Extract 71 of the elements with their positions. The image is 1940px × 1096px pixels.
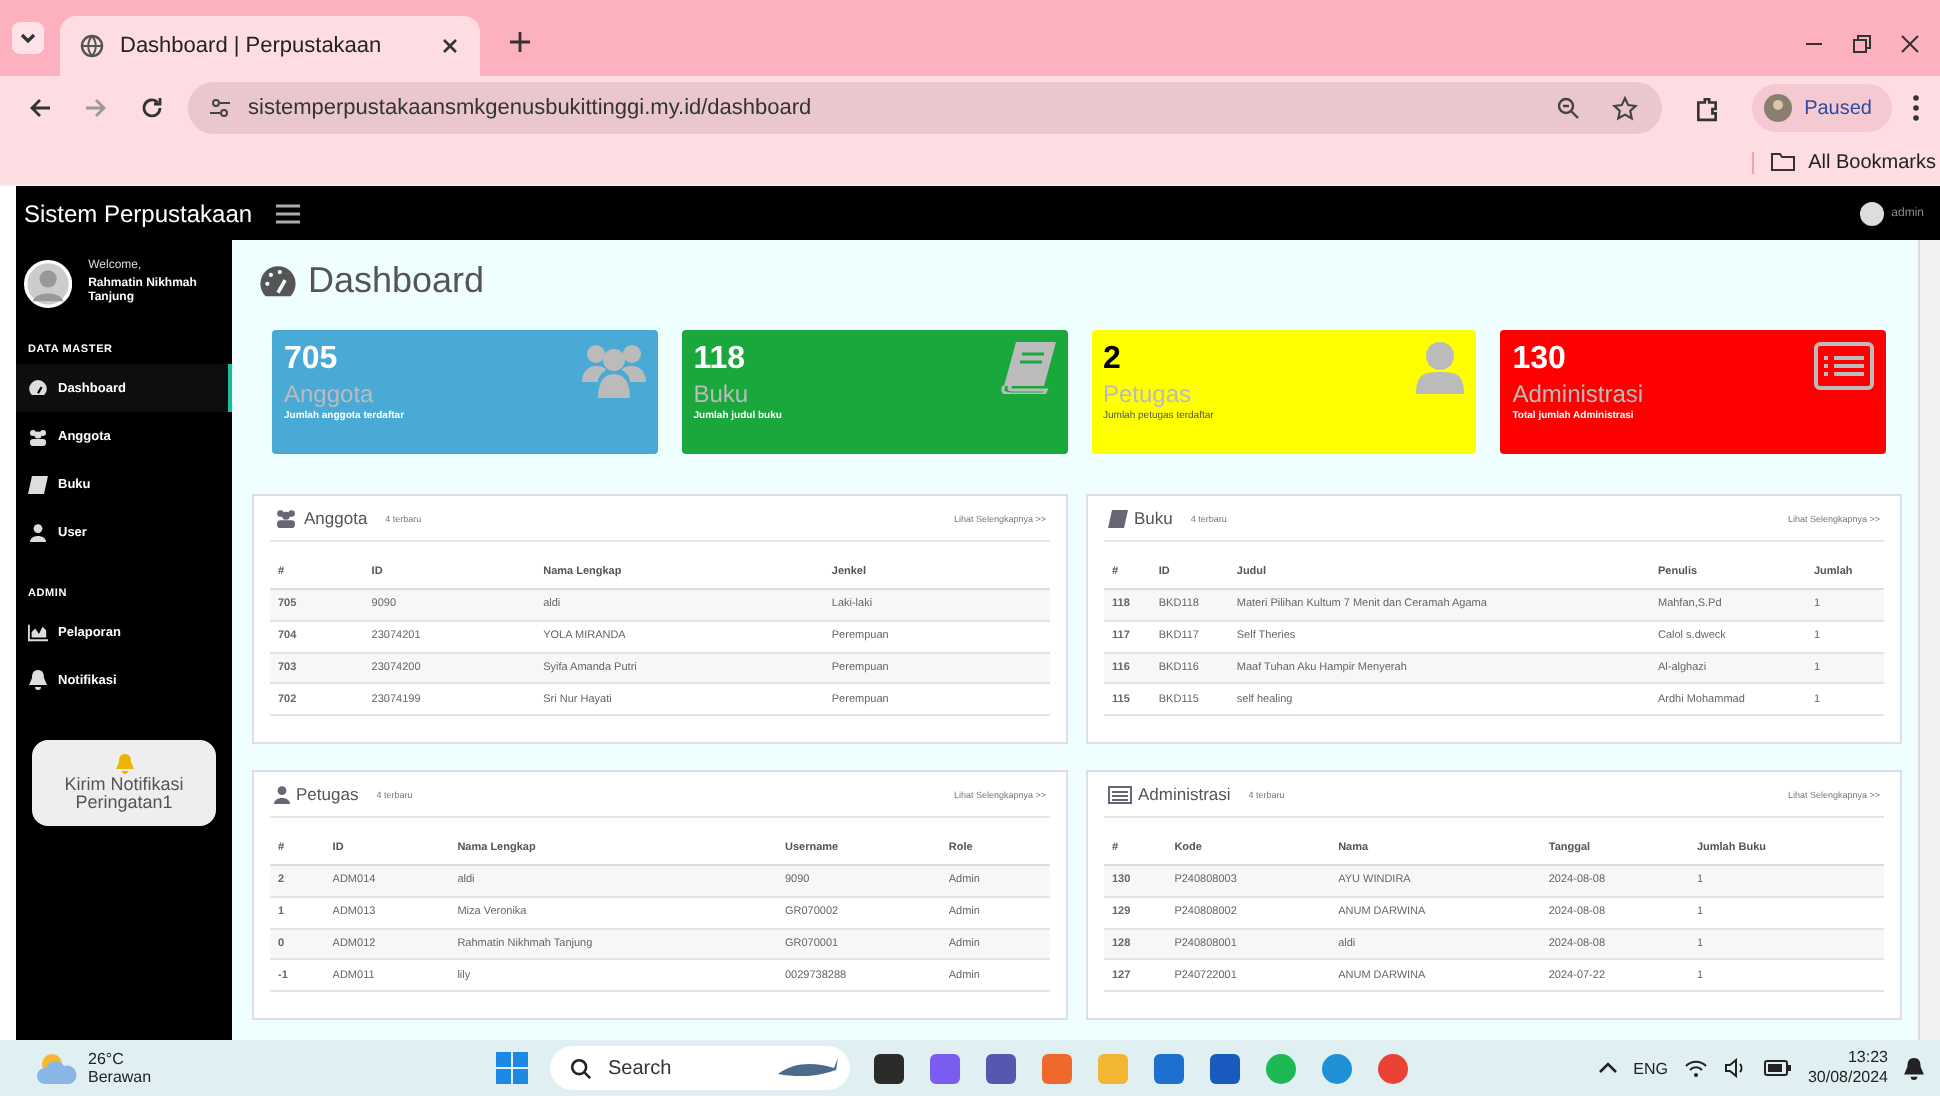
clock[interactable]: 13:23 30/08/2024	[1807, 1048, 1888, 1088]
back-icon[interactable]	[28, 96, 52, 120]
close-icon[interactable]	[1900, 34, 1920, 54]
page-title: Dashboard	[308, 260, 485, 302]
list-icon	[1814, 342, 1874, 390]
user-icon	[1416, 342, 1465, 394]
menu-icon[interactable]	[276, 203, 301, 223]
book-icon	[999, 342, 1055, 394]
bell-icon	[28, 670, 48, 690]
stat-label: Administrasi	[1512, 380, 1644, 408]
shark-icon	[778, 1056, 838, 1080]
star-icon[interactable]	[1612, 95, 1639, 121]
bell-icon	[115, 753, 133, 774]
users-icon	[581, 342, 646, 398]
app-icon[interactable]	[872, 1051, 906, 1085]
stat-value: 130	[1512, 342, 1568, 378]
book-icon	[1108, 509, 1128, 527]
stat-value: 118	[693, 342, 748, 378]
app-icon[interactable]	[984, 1051, 1018, 1085]
avatar-icon	[1764, 94, 1793, 122]
scrollbar[interactable]	[1918, 240, 1940, 1040]
stat-label: Petugas	[1103, 380, 1194, 408]
gauge-icon	[258, 265, 298, 297]
list-icon	[1108, 785, 1132, 803]
browser-tab[interactable]: Dashboard | Perpustakaan	[60, 16, 480, 76]
zoom-icon[interactable]	[1556, 96, 1581, 120]
battery-icon[interactable]	[1763, 1060, 1792, 1076]
users-icon	[28, 427, 48, 445]
folder-icon	[1770, 152, 1797, 172]
weather-condition: Berawan	[88, 1068, 152, 1087]
temperature: 26°C	[88, 1049, 126, 1068]
app-icon[interactable]	[1208, 1051, 1242, 1085]
close-icon[interactable]	[440, 36, 460, 56]
panel-title: Anggota	[304, 508, 368, 528]
speaker-icon[interactable]	[1723, 1058, 1748, 1078]
panel-title: Petugas	[296, 784, 359, 804]
site-settings-icon[interactable]	[208, 96, 232, 120]
chart-icon	[28, 623, 48, 641]
stat-value: 2	[1103, 342, 1123, 378]
stat-label: Buku	[693, 380, 751, 408]
send-notification-button[interactable]: Kirim Notifikasi Peringatan1	[32, 740, 216, 826]
app-brand[interactable]: Sistem Perpustakaan	[24, 199, 253, 227]
reload-icon[interactable]	[140, 96, 164, 120]
tab-menu-icon[interactable]	[12, 22, 44, 54]
book-icon	[28, 475, 48, 493]
language-indicator[interactable]: ENG	[1633, 1059, 1668, 1077]
taskbar-search[interactable]: Search	[550, 1046, 850, 1090]
windows-icon[interactable]	[496, 1052, 528, 1084]
globe-icon	[80, 34, 104, 58]
avatar-icon	[24, 256, 73, 312]
all-bookmarks-button[interactable]: All Bookmarks	[1752, 151, 1936, 173]
gauge-icon	[28, 380, 48, 396]
cloud-sun-icon	[36, 1052, 80, 1084]
stat-label: Anggota	[284, 380, 376, 408]
profile-button[interactable]: Paused	[1752, 84, 1892, 132]
chevron-up-icon[interactable]	[1597, 1060, 1618, 1076]
wifi-icon[interactable]	[1683, 1058, 1708, 1078]
bell-icon[interactable]	[1904, 1057, 1924, 1079]
more-icon[interactable]	[1912, 94, 1920, 122]
address-field[interactable]: sistemperpustakaansmkgenusbukittinggi.my.id/dashboard	[188, 82, 1663, 134]
search-icon	[570, 1057, 592, 1079]
new-tab-icon[interactable]	[508, 30, 532, 54]
panel-title: Buku	[1134, 508, 1173, 528]
stat-value: 705	[284, 342, 340, 378]
users-icon	[274, 508, 298, 528]
restore-icon[interactable]	[1852, 34, 1872, 54]
extensions-icon[interactable]	[1694, 95, 1721, 121]
avatar-icon	[1859, 201, 1884, 225]
user-icon	[28, 523, 48, 541]
panel-title: Administrasi	[1138, 784, 1231, 804]
user-icon	[274, 785, 290, 803]
